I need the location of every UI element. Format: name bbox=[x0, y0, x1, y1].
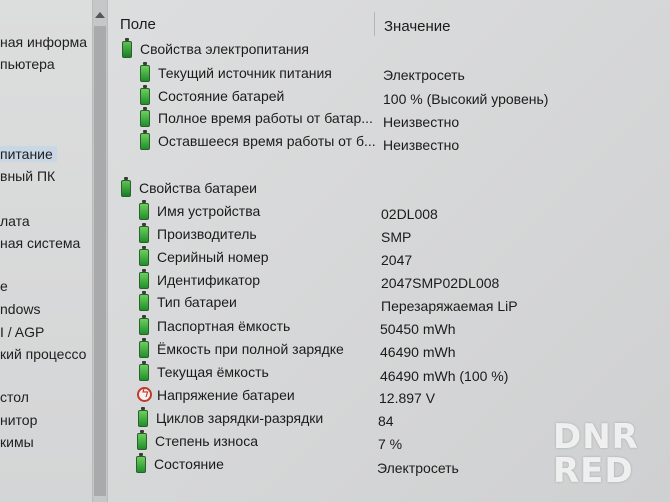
tree-item[interactable]: стол bbox=[0, 389, 29, 405]
battery-icon bbox=[136, 453, 146, 473]
battery-icon bbox=[140, 107, 150, 127]
tree-item[interactable]: e bbox=[0, 278, 8, 294]
battery-icon bbox=[139, 315, 149, 335]
tree-item[interactable]: лата bbox=[0, 213, 30, 229]
row-label: Текущая ёмкость bbox=[157, 364, 269, 380]
row-value: 2047 bbox=[381, 252, 413, 268]
row-value: 46490 mWh bbox=[380, 344, 456, 360]
navigation-tree: ная информа пьютера питание вный ПК лата… bbox=[0, 0, 92, 502]
row-value: Электросеть bbox=[383, 67, 465, 83]
tree-item[interactable]: пьютера bbox=[0, 56, 55, 72]
row-value: 7 % bbox=[378, 436, 403, 452]
tree-item[interactable]: I / AGP bbox=[0, 324, 44, 340]
watermark-line: DNR bbox=[553, 417, 639, 457]
tree-scrollbar[interactable] bbox=[92, 0, 108, 502]
battery-icon bbox=[121, 177, 131, 197]
row-value: Электросеть bbox=[377, 460, 459, 476]
column-separator[interactable] bbox=[374, 12, 375, 36]
tree-item[interactable]: кий процессо bbox=[0, 346, 86, 362]
battery-icon bbox=[137, 430, 147, 450]
row-label: Текущий источник питания bbox=[158, 65, 332, 81]
row-value: 12.897 V bbox=[379, 390, 436, 406]
list-header: Поле Значение bbox=[112, 10, 670, 38]
row-label: Имя устройства bbox=[157, 203, 261, 219]
tree-item[interactable]: нитор bbox=[0, 412, 37, 428]
tree-item[interactable]: кимы bbox=[0, 434, 34, 450]
row-value: 84 bbox=[378, 413, 394, 429]
row-value: 100 % (Высокий уровень) bbox=[383, 91, 549, 107]
row-label: Полное время работы от батар... bbox=[158, 110, 373, 126]
battery-icon bbox=[140, 130, 150, 150]
row-label: Идентификатор bbox=[157, 272, 261, 288]
tree-item-selected[interactable]: питание bbox=[0, 146, 57, 162]
column-header-value[interactable]: Значение bbox=[384, 18, 451, 35]
row-label: Напряжение батареи bbox=[157, 387, 295, 403]
row-value: 46490 mWh (100 %) bbox=[380, 368, 509, 384]
row-label: Циклов зарядки-разрядки bbox=[156, 410, 324, 426]
battery-icon bbox=[140, 62, 150, 82]
row-value: 02DL008 bbox=[381, 206, 438, 222]
row-value: 50450 mWh bbox=[380, 321, 456, 337]
row-label: Оставшееся время работы от б... bbox=[158, 133, 376, 149]
battery-icon bbox=[139, 338, 149, 358]
row-value: Перезаряжаемая LiP bbox=[381, 298, 518, 314]
tree-item[interactable]: вный ПК bbox=[0, 168, 55, 184]
row-label: Производитель bbox=[157, 226, 257, 242]
battery-icon bbox=[140, 85, 150, 105]
battery-icon bbox=[122, 38, 132, 58]
tree-item[interactable]: ная система bbox=[0, 235, 80, 251]
row-value: SMP bbox=[381, 229, 412, 245]
tree-item[interactable]: ndows bbox=[0, 301, 40, 317]
battery-icon bbox=[139, 291, 149, 311]
watermark-logo: DNR RED bbox=[553, 420, 663, 498]
row-value: 2047SMP02DL008 bbox=[381, 275, 500, 291]
battery-icon bbox=[138, 407, 148, 427]
voltage-icon bbox=[137, 386, 152, 402]
battery-icon bbox=[139, 200, 149, 220]
row-label: Серийный номер bbox=[157, 249, 269, 265]
scroll-thumb[interactable] bbox=[94, 26, 106, 496]
watermark-line: RED bbox=[553, 451, 634, 491]
row-label: Состояние bbox=[154, 456, 224, 472]
group-title: Свойства электропитания bbox=[140, 41, 309, 57]
group-title: Свойства батареи bbox=[139, 180, 257, 196]
row-label: Паспортная ёмкость bbox=[157, 318, 291, 334]
scroll-up-icon[interactable] bbox=[95, 12, 105, 18]
battery-icon bbox=[139, 361, 149, 381]
row-label: Состояние батарей bbox=[158, 88, 285, 104]
row-label: Ёмкость при полной зарядке bbox=[157, 341, 344, 357]
battery-icon bbox=[139, 223, 149, 243]
battery-icon bbox=[139, 269, 149, 289]
tree-item[interactable]: ная информа bbox=[0, 34, 87, 50]
row-value: Неизвестно bbox=[383, 114, 460, 130]
battery-icon bbox=[139, 246, 149, 266]
column-header-field[interactable]: Поле bbox=[120, 16, 156, 33]
screen: ная информа пьютера питание вный ПК лата… bbox=[0, 0, 670, 502]
row-label: Тип батареи bbox=[157, 294, 237, 310]
row-value: Неизвестно bbox=[383, 137, 460, 153]
row-label: Степень износа bbox=[155, 433, 258, 449]
